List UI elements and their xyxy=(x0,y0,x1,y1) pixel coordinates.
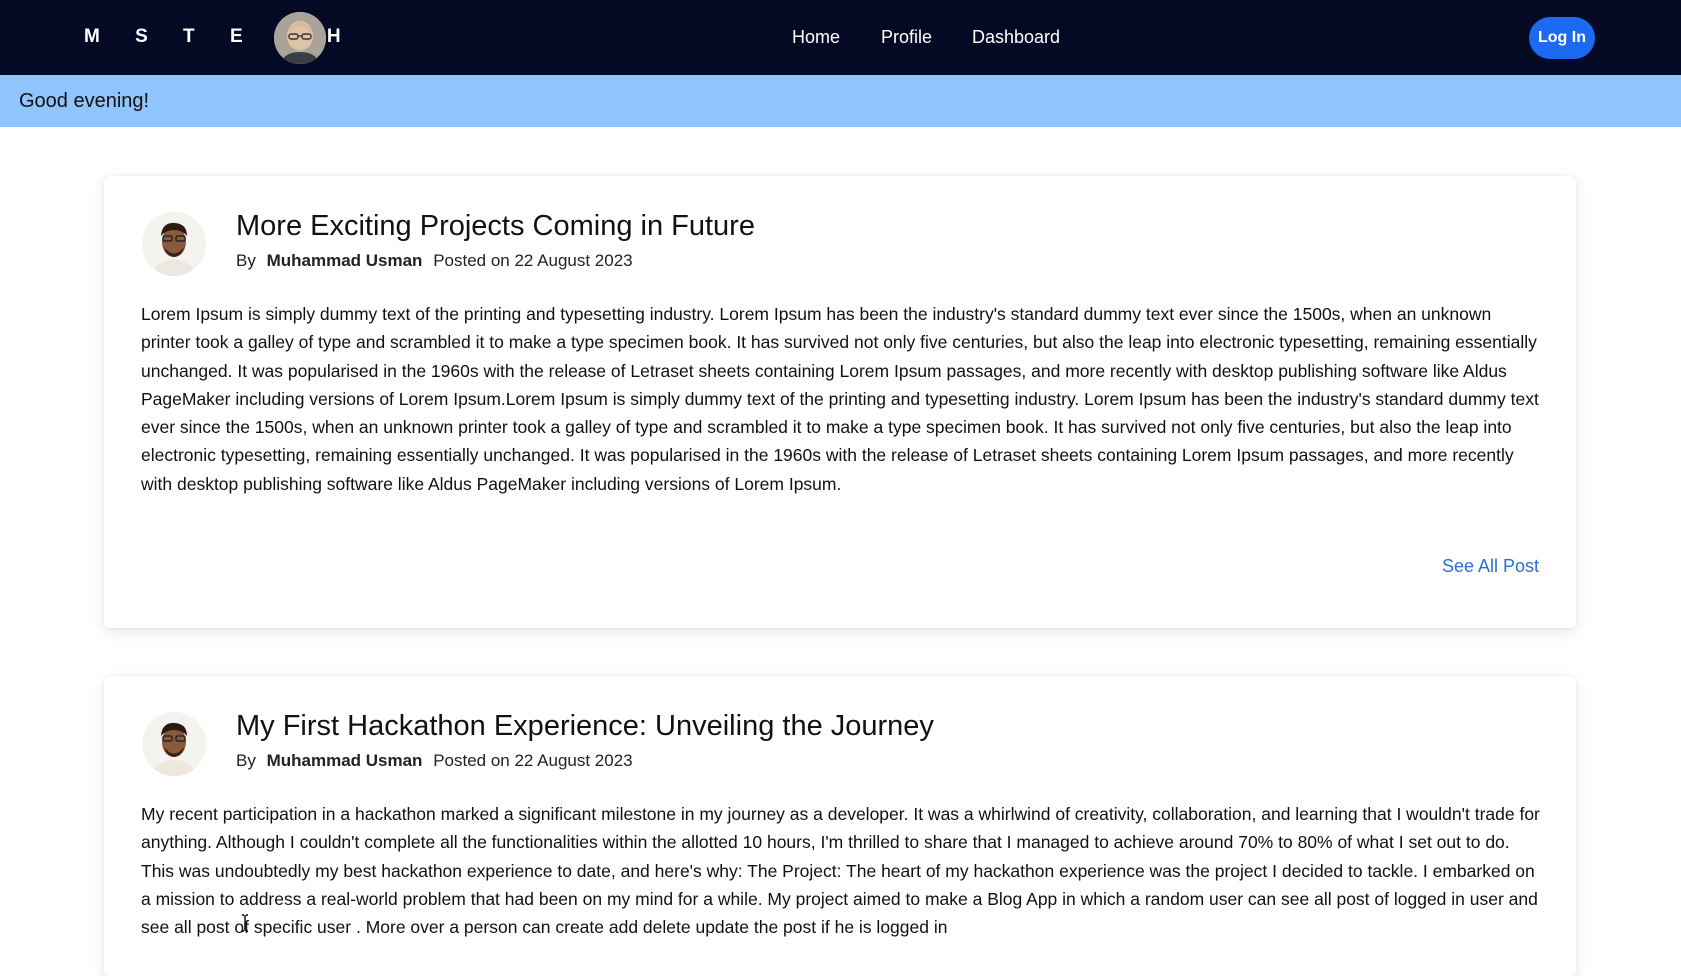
nav-link-profile[interactable]: Profile xyxy=(881,27,932,48)
author-name[interactable]: Muhammad Usman xyxy=(267,251,423,270)
author-photo-icon xyxy=(142,712,206,776)
author-name[interactable]: Muhammad Usman xyxy=(267,751,423,770)
post-card: More Exciting Projects Coming in Future … xyxy=(104,176,1576,628)
post-body: Lorem Ipsum is simply dummy text of the … xyxy=(141,304,1539,494)
nav-link-dashboard[interactable]: Dashboard xyxy=(972,27,1060,48)
top-navbar: M S T E C H Home Profile Dashboard Log I… xyxy=(0,0,1681,75)
posted-date: Posted on 22 August 2023 xyxy=(433,251,633,270)
post-card: My First Hackathon Experience: Unveiling… xyxy=(104,676,1576,976)
by-label: By xyxy=(236,251,256,270)
post-meta: By Muhammad Usman Posted on 22 August 20… xyxy=(236,251,633,271)
post-meta: By Muhammad Usman Posted on 22 August 20… xyxy=(236,751,633,771)
post-title[interactable]: More Exciting Projects Coming in Future xyxy=(236,210,755,243)
author-avatar xyxy=(142,712,206,776)
author-avatar xyxy=(142,212,206,276)
post-title[interactable]: My First Hackathon Experience: Unveiling… xyxy=(236,710,934,743)
by-label: By xyxy=(236,751,256,770)
text-cursor-icon xyxy=(242,914,248,932)
post-body: My recent participation in a hackathon m… xyxy=(141,804,1540,938)
see-all-post-link[interactable]: See All Post xyxy=(1442,556,1539,577)
main-nav: Home Profile Dashboard xyxy=(0,0,1681,75)
greeting-text: Good evening! xyxy=(19,90,150,112)
login-button[interactable]: Log In xyxy=(1529,17,1595,59)
posted-date: Posted on 22 August 2023 xyxy=(433,751,633,770)
nav-link-home[interactable]: Home xyxy=(792,27,840,48)
author-photo-icon xyxy=(142,212,206,276)
greeting-banner: Good evening! xyxy=(0,75,1681,127)
